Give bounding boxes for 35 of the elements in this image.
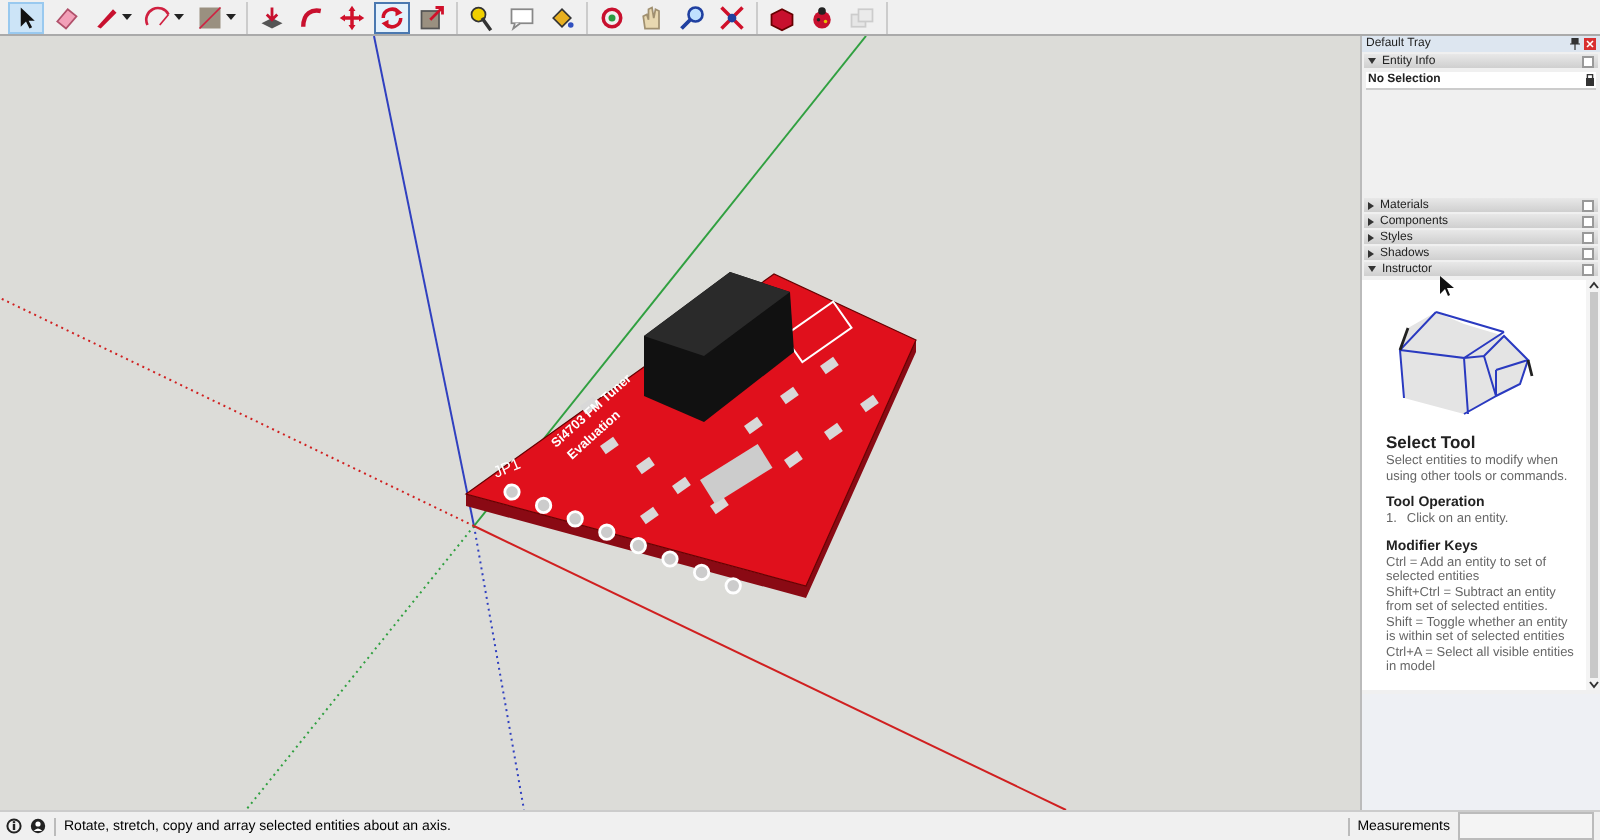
zoom-extents-icon — [718, 3, 746, 31]
magnifier-icon — [678, 3, 706, 31]
stacked-boxes-icon — [848, 3, 876, 31]
connector-label: JP1 — [490, 454, 524, 482]
scale-icon — [418, 3, 446, 31]
select-tool-button[interactable] — [8, 1, 44, 33]
rectangle-icon — [196, 3, 224, 31]
mouse-cursor-icon — [1440, 276, 1454, 296]
eraser-icon — [52, 3, 80, 31]
lock-icon — [1586, 74, 1594, 86]
close-icon[interactable] — [1584, 38, 1596, 50]
caret-icon[interactable] — [122, 12, 132, 22]
ladybug-icon — [808, 3, 836, 31]
measurements-field[interactable] — [1458, 812, 1594, 840]
rotate-tool-button[interactable] — [374, 1, 410, 33]
panel-menu-icon[interactable] — [1582, 55, 1594, 67]
caret-icon[interactable] — [226, 12, 236, 22]
pin-icon[interactable] — [1570, 38, 1580, 50]
follow-me-icon — [298, 3, 326, 31]
zoom-extents-button[interactable] — [714, 1, 750, 33]
user-icon[interactable] — [30, 818, 46, 834]
info-icon[interactable] — [6, 818, 22, 834]
move-icon — [338, 3, 366, 31]
orbit-icon — [598, 3, 626, 31]
speech-box-icon — [508, 3, 536, 31]
paint-bucket-icon — [548, 3, 576, 31]
caret-icon[interactable] — [174, 12, 184, 22]
scroll-up-icon[interactable] — [1587, 280, 1599, 290]
push-pull-icon — [258, 3, 286, 31]
scrollbar[interactable] — [1586, 280, 1600, 690]
scroll-down-icon[interactable] — [1587, 680, 1599, 690]
arc-icon — [144, 3, 172, 31]
tool-title: Select Tool — [1386, 432, 1478, 452]
hand-icon — [638, 3, 666, 31]
rotate-icon — [378, 3, 406, 31]
